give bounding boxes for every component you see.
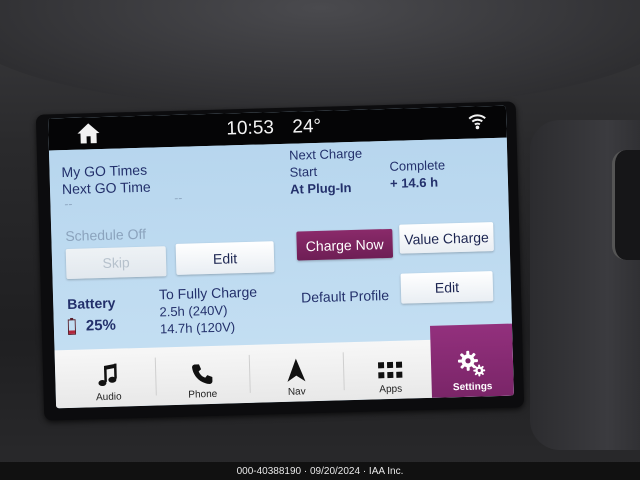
- nav-apps-label: Apps: [379, 383, 403, 396]
- charge-start-value: At Plug-In: [289, 180, 352, 197]
- clock: 10:53: [226, 117, 275, 140]
- nav-navigation[interactable]: Nav: [250, 342, 342, 402]
- next-charge-heading: Next Charge: [288, 145, 363, 163]
- battery-icon: [67, 317, 77, 335]
- nav-apps[interactable]: Apps: [344, 340, 436, 400]
- charge-complete-label: Complete: [389, 157, 446, 174]
- dashboard-top-panel: [0, 0, 640, 110]
- navigation-arrow-icon: [287, 358, 306, 382]
- gears-icon: [457, 350, 486, 377]
- next-go-time-value: --: [64, 196, 73, 212]
- to-fully-charge-label: To Fully Charge: [158, 283, 258, 303]
- profile-edit-button[interactable]: Edit: [400, 271, 494, 304]
- music-note-icon: [98, 363, 117, 387]
- schedule-edit-button[interactable]: Edit: [175, 241, 275, 275]
- nav-navigation-label: Nav: [287, 386, 306, 398]
- my-go-times-label: My GO Times: [61, 161, 148, 181]
- battery-percent: 25%: [85, 316, 117, 335]
- next-go-time-value-secondary: --: [174, 190, 183, 205]
- next-go-time-label: Next GO Time: [61, 178, 151, 198]
- photo-caption: 000-40388190 · 09/20/2024 · IAA Inc.: [0, 462, 640, 480]
- skip-button[interactable]: Skip: [65, 246, 167, 279]
- battery-label: Battery: [67, 294, 116, 312]
- charge-time-120v: 14.7h (120V): [159, 319, 236, 337]
- nav-audio-label: Audio: [95, 391, 122, 404]
- value-charge-button[interactable]: Value Charge: [399, 222, 494, 254]
- home-icon[interactable]: [76, 122, 101, 145]
- charge-complete-value: + 14.6 h: [389, 174, 439, 191]
- charge-start-label: Start: [289, 163, 318, 180]
- charge-now-button[interactable]: Charge Now: [296, 228, 394, 261]
- nav-audio[interactable]: Audio: [63, 348, 155, 408]
- charge-time-240v: 2.5h (240V): [159, 302, 228, 320]
- apps-grid-icon: [377, 361, 403, 379]
- charge-settings-panel: My GO Times Next GO Time -- -- Next Char…: [48, 137, 513, 351]
- nav-settings[interactable]: Settings: [429, 323, 514, 398]
- nav-phone-label: Phone: [188, 388, 218, 401]
- wifi-icon: [468, 114, 486, 130]
- nav-phone[interactable]: Phone: [156, 345, 248, 405]
- phone-icon: [192, 364, 213, 385]
- default-profile-label: Default Profile: [300, 287, 390, 306]
- infotainment-screen: 10:53 24° My GO Times Next GO Time -- --…: [48, 105, 514, 409]
- air-vent: [612, 150, 640, 260]
- nav-settings-label: Settings: [452, 381, 493, 394]
- outside-temperature: 24°: [292, 115, 322, 138]
- schedule-status: Schedule Off: [65, 225, 147, 245]
